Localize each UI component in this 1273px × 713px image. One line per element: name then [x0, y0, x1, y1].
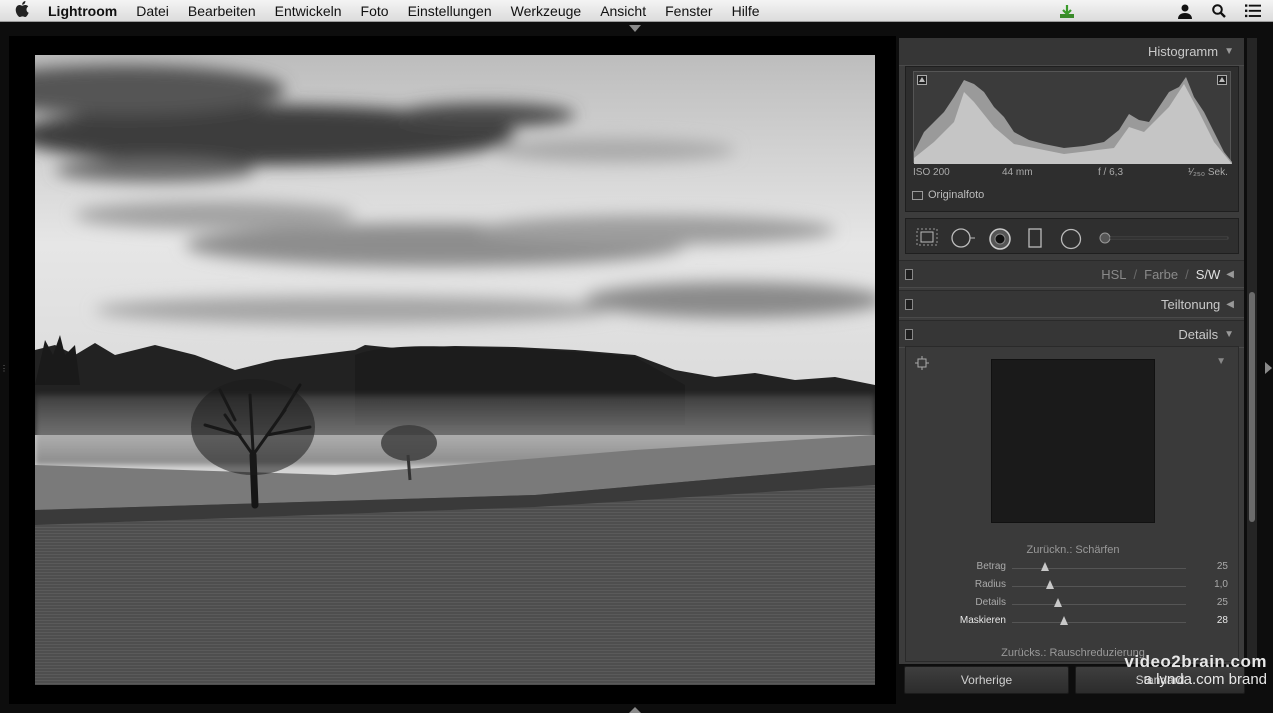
- histogram-graph[interactable]: [913, 71, 1232, 164]
- shadow-clipping-icon[interactable]: [917, 75, 927, 85]
- user-icon[interactable]: [1177, 3, 1193, 19]
- slider-details[interactable]: Details 25: [906, 595, 1240, 613]
- red-eye-icon[interactable]: [989, 228, 1011, 250]
- slider-track[interactable]: [1012, 604, 1186, 605]
- previous-button[interactable]: Vorherige: [904, 666, 1069, 694]
- tab-hsl[interactable]: HSL: [1101, 267, 1126, 282]
- notification-list-icon[interactable]: [1245, 3, 1261, 19]
- slider-label: Maskieren: [959, 615, 1006, 626]
- menu-bearbeiten[interactable]: Bearbeiten: [178, 3, 265, 19]
- panel-toggle-switch[interactable]: [905, 269, 913, 280]
- watermark-line2: a lynda.com brand: [1143, 671, 1267, 688]
- slider-thumb[interactable]: [1041, 562, 1049, 571]
- tab-separator: /: [1133, 266, 1138, 282]
- adjustment-brush-slider[interactable]: [1098, 228, 1230, 248]
- slider-value[interactable]: 1,0: [1214, 579, 1228, 590]
- menu-entwickeln[interactable]: Entwickeln: [265, 3, 351, 19]
- radial-filter-icon[interactable]: [1060, 228, 1082, 250]
- sharpening-section-title[interactable]: Zurückn.: Schärfen: [906, 544, 1240, 556]
- slider-label: Details: [975, 597, 1006, 608]
- menu-foto[interactable]: Foto: [351, 3, 398, 19]
- tool-strip: [905, 218, 1239, 254]
- collapse-triangle-icon[interactable]: ▼: [1224, 46, 1234, 57]
- panel-toggle-switch[interactable]: [905, 299, 913, 310]
- panel-toggle-switch[interactable]: [905, 329, 913, 340]
- hsl-color-bw-header[interactable]: HSL / Farbe / S/W ◀: [899, 260, 1244, 288]
- histogram-aperture: f / 6,3: [1098, 167, 1124, 178]
- teiltonung-header[interactable]: Teiltonung ◀: [899, 290, 1244, 318]
- download-icon[interactable]: [1059, 3, 1075, 19]
- details-panel: ▼ Zurückn.: Schärfen Betrag 25 Radius 1,…: [905, 346, 1239, 662]
- original-photo-checkbox[interactable]: [912, 190, 923, 200]
- slider-track[interactable]: [1012, 622, 1186, 623]
- graduated-filter-icon[interactable]: [1028, 228, 1042, 248]
- collapse-triangle-icon[interactable]: ▼: [1224, 329, 1234, 340]
- histogram-focal-length: 44 mm: [1002, 167, 1033, 178]
- develop-right-panel: Histogramm ▼ ISO 200 44 mm f / 6,3 ¹⁄₂₅₀…: [899, 38, 1244, 664]
- spot-removal-icon[interactable]: [951, 228, 977, 248]
- details-title: Details: [1178, 326, 1219, 342]
- slider-track[interactable]: [1012, 586, 1186, 587]
- slider-label: Radius: [974, 579, 1006, 590]
- left-panel-toggle-icon[interactable]: ⋮: [0, 364, 8, 373]
- bottom-panel-toggle-icon[interactable]: [629, 707, 641, 713]
- original-photo-label: Originalfoto: [928, 189, 985, 201]
- slider-value[interactable]: 28: [1217, 615, 1228, 626]
- tab-farbe[interactable]: Farbe: [1144, 267, 1178, 282]
- preview-menu-triangle-icon[interactable]: ▼: [1216, 356, 1226, 367]
- slider-radius[interactable]: Radius 1,0: [906, 577, 1240, 595]
- menu-hilfe[interactable]: Hilfe: [722, 3, 769, 19]
- right-panel-toggle-icon[interactable]: [1265, 362, 1272, 374]
- collapse-triangle-icon[interactable]: ◀: [1226, 299, 1234, 310]
- menu-app-name[interactable]: Lightroom: [44, 3, 127, 19]
- watermark-line1: video2brain.com: [1124, 652, 1267, 671]
- target-crosshair-icon[interactable]: [915, 356, 929, 370]
- details-header[interactable]: Details ▼: [899, 320, 1244, 348]
- spotlight-search-icon[interactable]: [1211, 3, 1227, 19]
- original-photo-toggle[interactable]: Originalfoto: [912, 189, 984, 201]
- photo-preview[interactable]: [35, 55, 875, 685]
- histogram-title: Histogramm: [1148, 44, 1219, 59]
- histogram-iso: ISO 200: [913, 167, 950, 178]
- histogram-shutter: ¹⁄₂₅₀ Sek.: [1188, 167, 1228, 178]
- menu-fenster[interactable]: Fenster: [656, 3, 722, 19]
- slider-betrag[interactable]: Betrag 25: [906, 559, 1240, 577]
- collapse-triangle-icon[interactable]: ◀: [1226, 269, 1234, 280]
- menu-einstellungen[interactable]: Einstellungen: [398, 3, 501, 19]
- apple-menu-icon[interactable]: [0, 0, 44, 21]
- slider-label: Betrag: [976, 561, 1006, 572]
- top-panel-toggle-icon[interactable]: [629, 25, 641, 32]
- slider-track[interactable]: [1012, 568, 1186, 569]
- menu-ansicht[interactable]: Ansicht: [591, 3, 656, 19]
- menu-datei[interactable]: Datei: [127, 3, 179, 19]
- panel-scrollbar-thumb[interactable]: [1249, 292, 1255, 522]
- tab-sw[interactable]: S/W: [1196, 267, 1221, 282]
- highlight-clipping-icon[interactable]: [1217, 75, 1227, 85]
- menu-werkzeuge[interactable]: Werkzeuge: [501, 3, 591, 19]
- teiltonung-title: Teiltonung: [1161, 296, 1221, 312]
- watermark: video2brain.com a lynda.com brand: [1124, 653, 1267, 687]
- slider-maskieren[interactable]: Maskieren 28: [906, 613, 1240, 631]
- slider-thumb[interactable]: [1054, 598, 1062, 607]
- histogram-panel: ISO 200 44 mm f / 6,3 ¹⁄₂₅₀ Sek. Origina…: [905, 66, 1239, 212]
- slider-thumb[interactable]: [1046, 580, 1054, 589]
- tab-separator: /: [1185, 266, 1189, 282]
- crop-overlay-icon[interactable]: [916, 228, 938, 246]
- slider-value[interactable]: 25: [1217, 561, 1228, 572]
- histogram-header[interactable]: Histogramm ▼: [899, 38, 1244, 66]
- slider-thumb[interactable]: [1060, 616, 1068, 625]
- menu-bar: Lightroom Datei Bearbeiten Entwickeln Fo…: [0, 0, 1273, 22]
- slider-value[interactable]: 25: [1217, 597, 1228, 608]
- detail-zoom-preview[interactable]: [991, 359, 1155, 523]
